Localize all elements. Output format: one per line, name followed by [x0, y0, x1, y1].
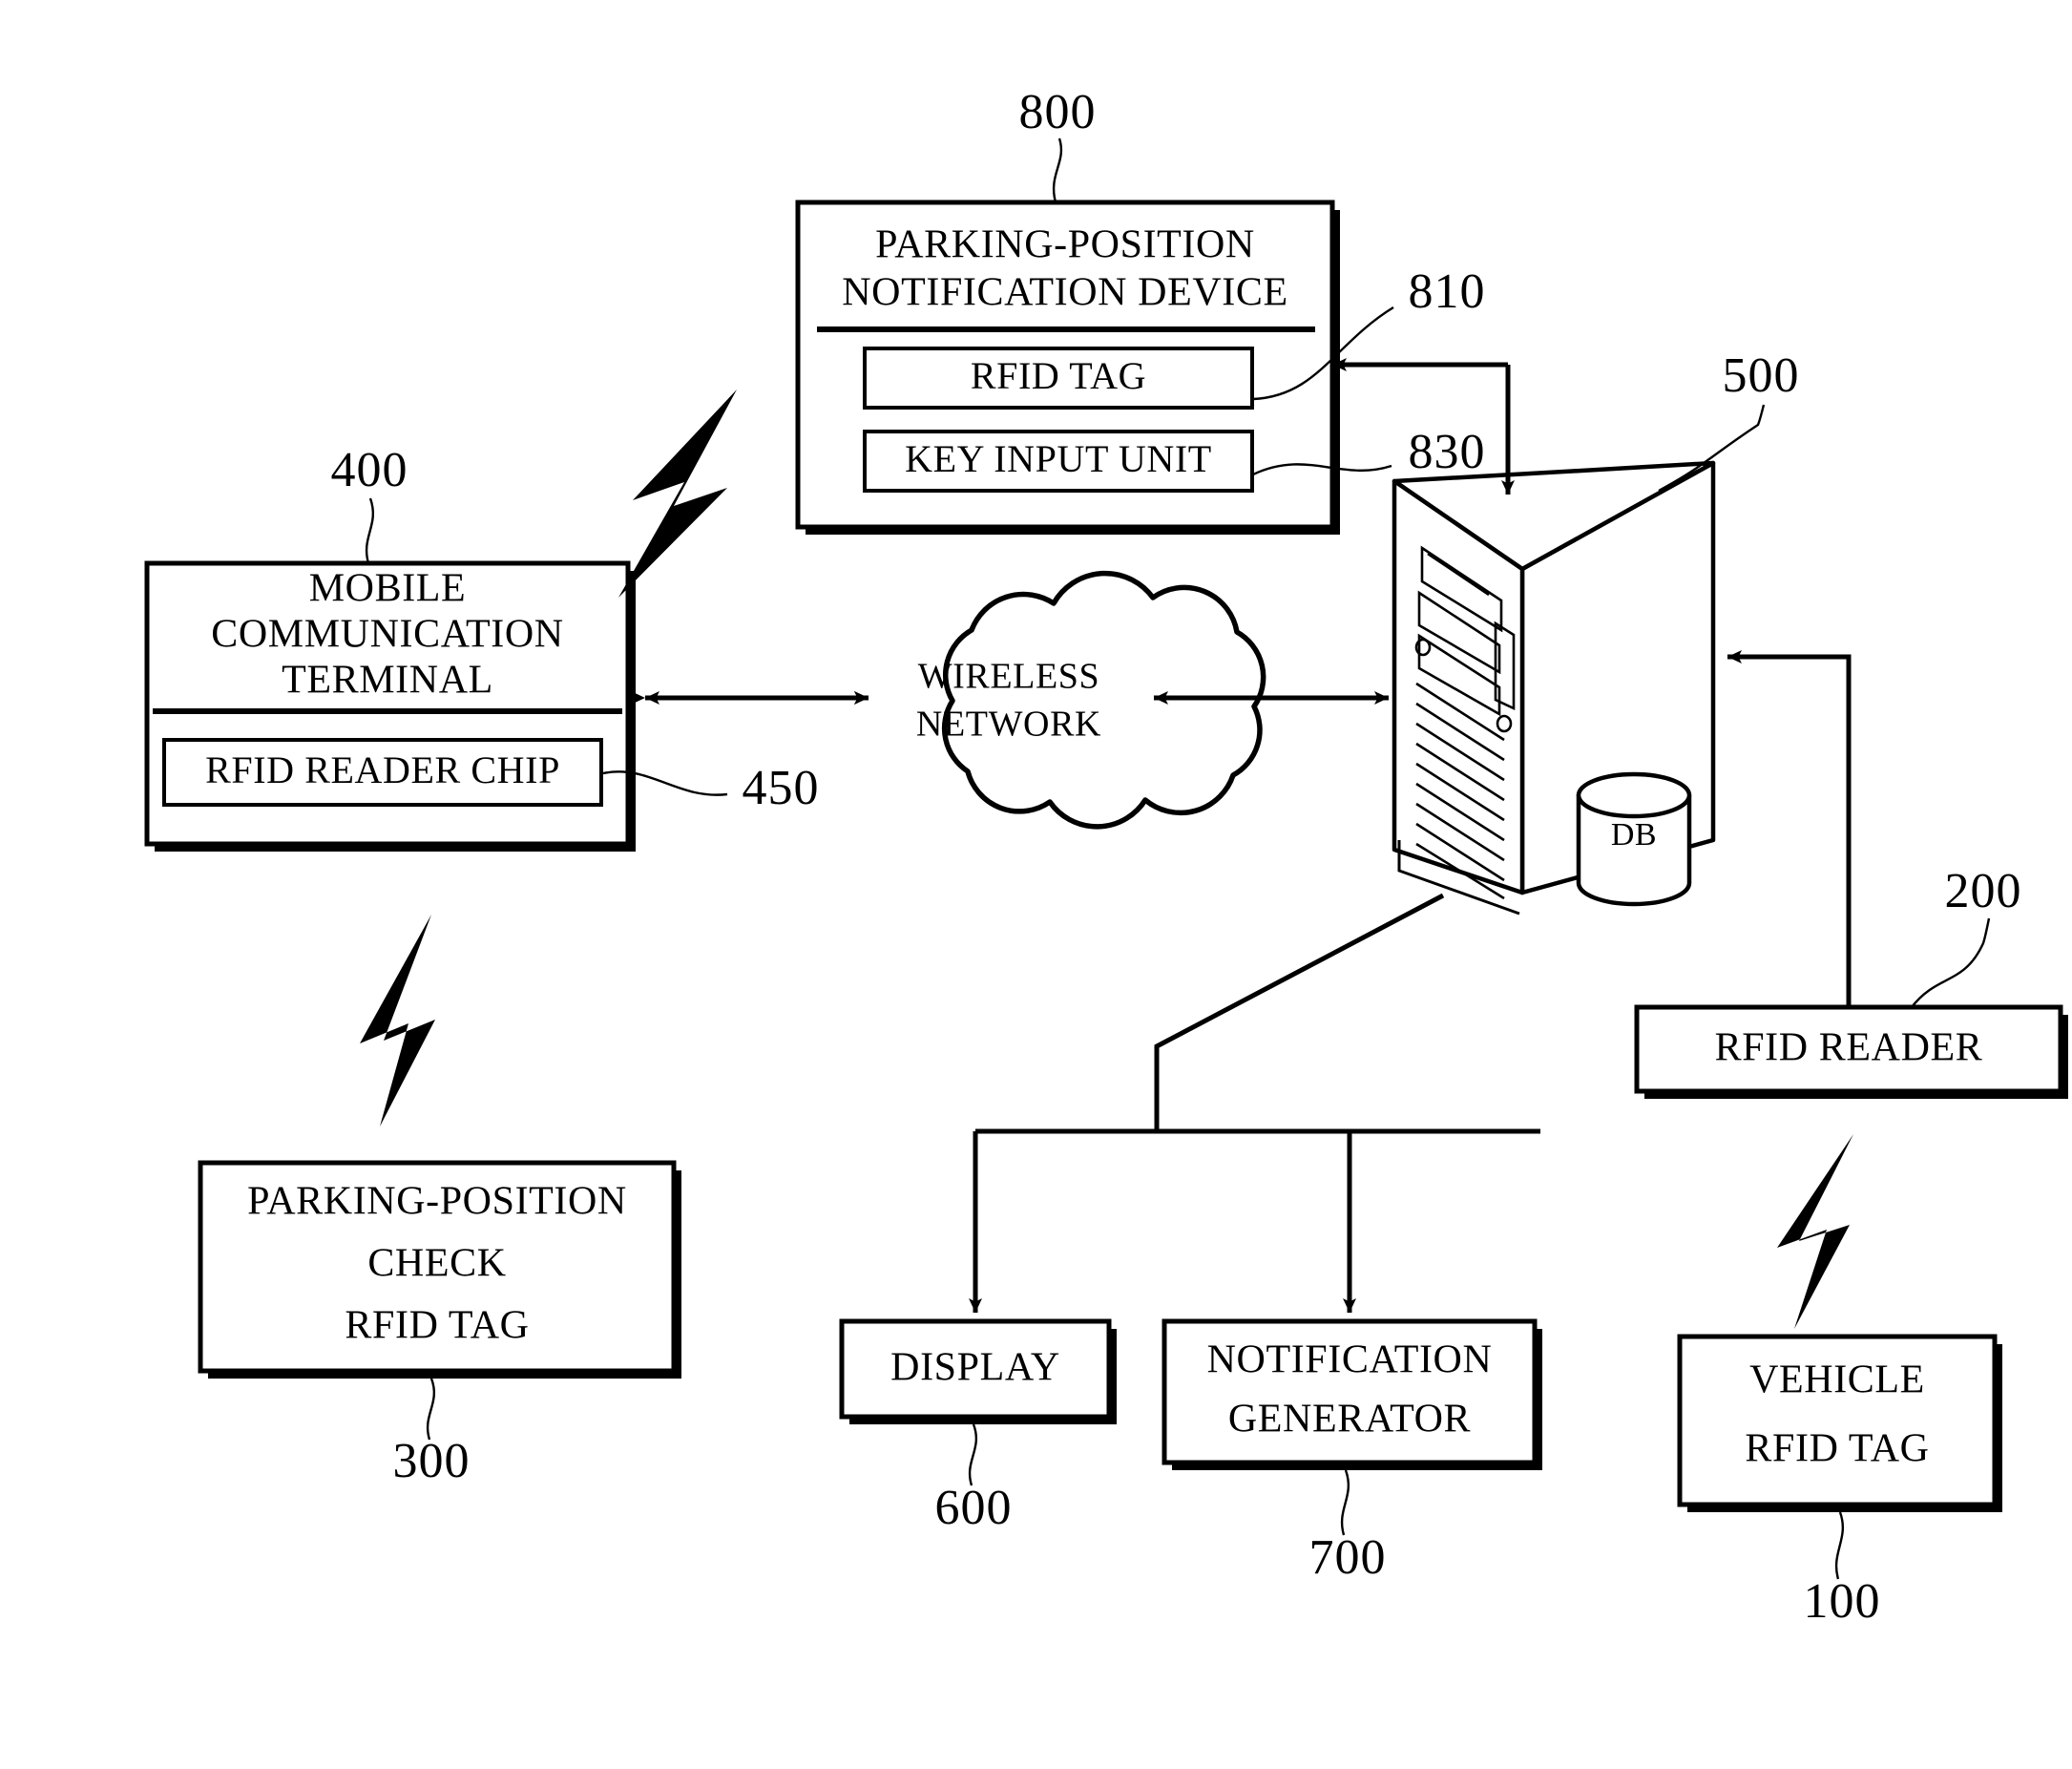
block-mobile-terminal: MOBILE COMMUNICATION TERMINAL RFID READE… — [144, 560, 636, 852]
block-notification-generator: NOTIFICATION GENERATOR — [1162, 1318, 1542, 1470]
parking-check-tag-line2: CHECK — [367, 1242, 506, 1286]
mobile-terminal-title-line1: MOBILE — [309, 567, 467, 611]
ref-200-callout: 200 — [1911, 864, 2022, 1008]
ref-500-number: 500 — [1723, 348, 1800, 403]
block-parking-check-tag: PARKING-POSITION CHECK RFID TAG — [198, 1160, 681, 1379]
ref-200-number: 200 — [1945, 864, 2022, 918]
ref-830-number: 830 — [1409, 425, 1486, 479]
rfid-tag-810-label: RFID TAG — [971, 354, 1146, 397]
database-cylinder: DB — [1576, 771, 1692, 907]
notification-generator-line2: GENERATOR — [1228, 1398, 1471, 1442]
mobile-terminal-title-line2: COMMUNICATION — [211, 613, 563, 657]
lightning-bolt-device-terminal-icon — [618, 390, 737, 598]
ref-600-number: 600 — [935, 1481, 1013, 1535]
block-display: DISPLAY — [839, 1318, 1117, 1424]
server-output-trunk — [1154, 893, 1445, 1131]
parking-check-tag-line3: RFID TAG — [345, 1304, 529, 1348]
connector-reader-server — [1727, 650, 1852, 1007]
ref-100-callout: 100 — [1804, 1511, 1881, 1629]
server-tower-500: DB — [1392, 460, 1716, 916]
ref-700-callout: 700 — [1309, 1469, 1387, 1585]
ref-700-number: 700 — [1309, 1530, 1387, 1585]
parking-check-tag-line1: PARKING-POSITION — [247, 1180, 627, 1224]
system-block-diagram: PARKING-POSITION NOTIFICATION DEVICE RFI… — [144, 85, 2068, 1629]
ref-810-number: 810 — [1409, 264, 1486, 319]
display-label: DISPLAY — [890, 1346, 1060, 1390]
ref-300-callout: 300 — [393, 1378, 471, 1488]
vehicle-tag-line2: RFID TAG — [1745, 1427, 1929, 1471]
key-input-unit-830-label: KEY INPUT UNIT — [905, 437, 1212, 480]
connector-server-outputs — [969, 893, 1540, 1313]
block-notification-device: PARKING-POSITION NOTIFICATION DEVICE RFI… — [795, 200, 1340, 535]
ref-600-callout: 600 — [935, 1423, 1013, 1535]
rfid-reader-label: RFID READER — [1715, 1026, 1983, 1070]
patent-figure: PARKING-POSITION NOTIFICATION DEVICE RFI… — [0, 0, 2072, 1769]
vehicle-tag-line1: VEHICLE — [1749, 1358, 1925, 1402]
block-vehicle-rfid-tag: VEHICLE RFID TAG — [1677, 1334, 2002, 1512]
lightning-bolt-reader-vehicle-icon — [1777, 1134, 1853, 1329]
lightning-bolt-terminal-tag-icon — [360, 915, 435, 1127]
ref-100-number: 100 — [1804, 1574, 1881, 1629]
notification-device-title-line2: NOTIFICATION DEVICE — [842, 271, 1288, 315]
notification-device-title-line1: PARKING-POSITION — [875, 223, 1255, 267]
rfid-reader-chip-450-label: RFID READER CHIP — [205, 748, 560, 791]
database-label: DB — [1611, 817, 1657, 853]
wireless-network-line1: WIRELESS — [918, 657, 1100, 697]
ref-450-number: 450 — [743, 761, 820, 815]
ref-400-number: 400 — [331, 443, 408, 497]
arrow-reader-to-server — [1727, 650, 1852, 1007]
ref-300-number: 300 — [393, 1434, 471, 1488]
notification-generator-line1: NOTIFICATION — [1207, 1338, 1493, 1382]
ref-800-number: 800 — [1019, 85, 1097, 139]
ref-800-callout: 800 — [1019, 85, 1097, 203]
ref-400-callout: 400 — [331, 443, 408, 564]
block-rfid-reader: RFID READER — [1634, 1004, 2068, 1099]
wireless-network-line2: NETWORK — [916, 705, 1101, 745]
mobile-terminal-title-line3: TERMINAL — [282, 659, 493, 703]
